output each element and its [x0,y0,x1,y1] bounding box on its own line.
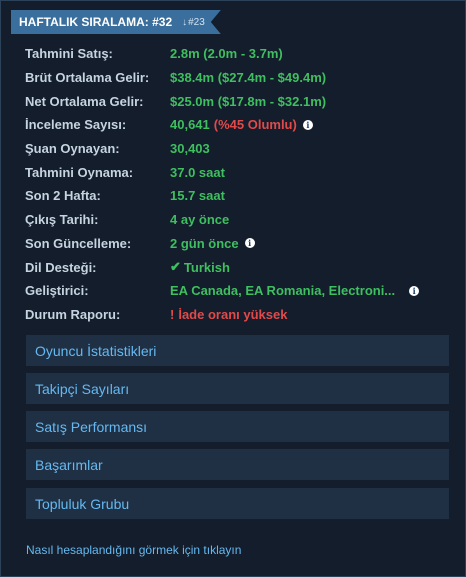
how-calculated-link[interactable]: Nasıl hesaplandığını görmek için tıklayı… [26,543,241,557]
stat-label: Çıkış Tarihi: [25,212,99,228]
stat-label: Tahmini Satış: [25,46,113,62]
stat-label: Dil Desteği: [25,259,97,275]
stat-value: 37.0 saat [170,164,225,180]
weekly-ranking-title: HAFTALIK SIRALAMA: #32 [19,15,173,29]
stat-row-current-players: Şuan Oynayan: 30,403 [25,137,445,161]
stat-row-status-report: Durum Raporu: ! İade oranı yüksek [25,303,445,327]
weekly-ranking-badge: HAFTALIK SIRALAMA: #32 ↓#23 [11,10,221,34]
stat-value: $25.0m ($17.8m - $32.1m) [170,93,327,109]
stat-value: EA Canada, EA Romania, Electroni... i [170,283,420,299]
stat-value: 15.7 saat [170,188,225,204]
review-positive-percent: (%45 Olumlu) [213,117,297,133]
stat-label: İnceleme Sayısı: [25,117,127,133]
stat-label: Son 2 Hafta: [25,188,101,204]
ranking-change: ↓#23 [182,17,205,28]
stat-label: Durum Raporu: [25,306,121,322]
warning-icon: ! [170,306,175,322]
community-group-button[interactable]: Topluluk Grubu [26,488,449,519]
stat-row-estimated-sales: Tahmini Satış: 2.8m (2.0m - 3.7m) [25,42,445,66]
stat-row-review-count: İnceleme Sayısı: 40,641 (%45 Olumlu) i [25,113,445,137]
stat-row-last-2-weeks: Son 2 Hafta: 15.7 saat [25,184,445,208]
stat-label: Son Güncelleme: [25,235,132,251]
stats-list: Tahmini Satış: 2.8m (2.0m - 3.7m) Brüt O… [25,42,445,326]
review-count-value: 40,641 [170,117,210,133]
stat-label: Brüt Ortalama Gelir: [25,70,150,86]
stat-row-last-update: Son Güncelleme: 2 gün önce i [25,232,445,256]
stat-value: $38.4m ($27.4m - $49.4m) [170,70,327,86]
stat-value: ✔ Turkish [170,259,230,275]
stat-row-language-support: Dil Desteği: ✔ Turkish [25,255,445,279]
game-stats-panel: HAFTALIK SIRALAMA: #32 ↓#23 Tahmini Satı… [0,0,466,577]
status-report-value: İade oranı yüksek [178,306,288,322]
stat-label: Tahmini Oynama: [25,164,134,180]
achievements-button[interactable]: Başarımlar [26,449,449,480]
stat-value: 2 gün önce i [170,236,255,251]
stat-value: 40,641 (%45 Olumlu) i [170,117,313,132]
player-stats-button[interactable]: Oyuncu İstatistikleri [26,335,449,366]
stat-value: 30,403 [170,141,210,157]
info-icon[interactable]: i [409,285,420,296]
stat-label: Şuan Oynayan: [25,141,120,157]
stat-value: ! İade oranı yüksek [170,307,287,322]
stat-value: 4 ay önce [170,212,230,228]
info-icon[interactable]: i [302,119,313,130]
stat-row-developer: Geliştirici: EA Canada, EA Romania, Elec… [25,279,445,303]
arrow-down-icon: ↓ [182,16,188,28]
stat-label: Net Ortalama Gelir: [25,93,144,109]
last-update-value: 2 gün önce [170,235,239,251]
follower-counts-button[interactable]: Takipçi Sayıları [26,373,449,404]
stat-label: Geliştirici: [25,283,89,299]
stat-row-gross-revenue: Brüt Ortalama Gelir: $38.4m ($27.4m - $4… [25,66,445,90]
stat-row-release-date: Çıkış Tarihi: 4 ay önce [25,208,445,232]
stat-row-estimated-playtime: Tahmini Oynama: 37.0 saat [25,160,445,184]
sales-performance-button[interactable]: Satış Performansı [26,411,449,442]
check-icon: ✔ [170,259,181,275]
stat-value: 2.8m (2.0m - 3.7m) [170,46,283,62]
ranking-change-value: #23 [188,16,205,28]
developer-value: EA Canada, EA Romania, Electroni... [170,283,396,299]
info-icon[interactable]: i [244,238,255,249]
stat-row-net-revenue: Net Ortalama Gelir: $25.0m ($17.8m - $32… [25,89,445,113]
language-value: Turkish [183,259,230,275]
